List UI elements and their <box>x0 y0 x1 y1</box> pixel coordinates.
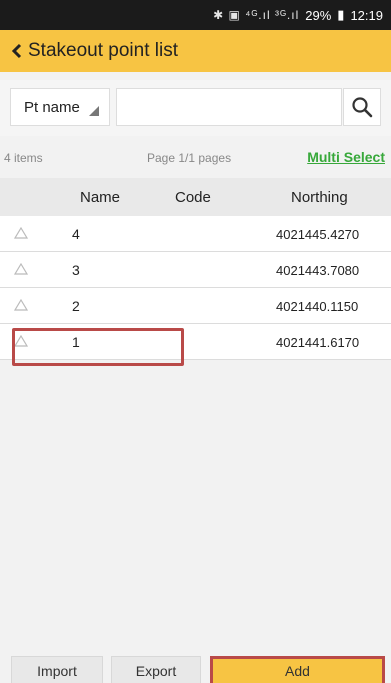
export-button[interactable]: Export <box>111 656 201 683</box>
row-name: 3 <box>72 262 80 278</box>
column-header-name: Name <box>80 188 121 206</box>
row-name: 1 <box>72 334 80 350</box>
bottom-toolbar: Import Export Add <box>0 650 391 683</box>
item-count: 4 items <box>4 151 43 165</box>
table-row[interactable]: 4 4021445.4270 <box>0 216 391 252</box>
column-header-code: Code <box>175 188 211 206</box>
page-info: Page 1/1 pages <box>147 151 232 165</box>
import-button[interactable]: Import <box>11 656 103 683</box>
point-triangle-icon <box>14 227 28 239</box>
search-icon <box>352 97 373 118</box>
table-row[interactable]: 1 4021441.6170 <box>0 324 391 360</box>
field-select-label: Pt name <box>24 98 80 116</box>
row-northing: 4021445.4270 <box>276 227 360 242</box>
point-triangle-icon <box>14 263 28 275</box>
status-bar: ✱ ▣ ⁴ᴳ.ıl ³ᴳ.ıl 29% ▮ 12:19 <box>0 0 391 30</box>
row-northing: 4021443.7080 <box>276 263 360 278</box>
add-button[interactable]: Add <box>210 656 385 683</box>
search-input[interactable] <box>116 88 342 126</box>
info-row: 4 items Page 1/1 pages Multi Select <box>0 146 391 170</box>
battery-icon: ▮ <box>337 7 345 22</box>
point-triangle-icon <box>14 299 28 311</box>
search-row: Pt name <box>0 80 391 136</box>
status-icons: ✱ ▣ ⁴ᴳ.ıl ³ᴳ.ıl <box>213 8 300 22</box>
row-northing: 4021440.1150 <box>276 299 359 314</box>
row-northing: 4021441.6170 <box>276 335 360 350</box>
app-header: Stakeout point list <box>0 30 391 72</box>
battery-level: 29% <box>305 7 332 23</box>
clock: 12:19 <box>350 7 383 23</box>
page-title: Stakeout point list <box>28 40 178 61</box>
point-triangle-icon <box>14 335 28 347</box>
table-row[interactable]: 3 4021443.7080 <box>0 252 391 288</box>
multi-select-link[interactable]: Multi Select <box>307 149 385 165</box>
search-button[interactable] <box>343 88 381 126</box>
table-header: Name Code Northing <box>0 178 391 216</box>
point-list: 4 4021445.4270 3 4021443.7080 2 4021440.… <box>0 216 391 360</box>
row-name: 2 <box>72 298 80 314</box>
field-select-dropdown[interactable]: Pt name <box>10 88 110 126</box>
chevron-left-icon[interactable] <box>8 41 26 61</box>
column-header-northing: Northing <box>291 188 348 206</box>
row-name: 4 <box>72 226 80 242</box>
dropdown-triangle-icon <box>89 106 99 116</box>
table-row[interactable]: 2 4021440.1150 <box>0 288 391 324</box>
